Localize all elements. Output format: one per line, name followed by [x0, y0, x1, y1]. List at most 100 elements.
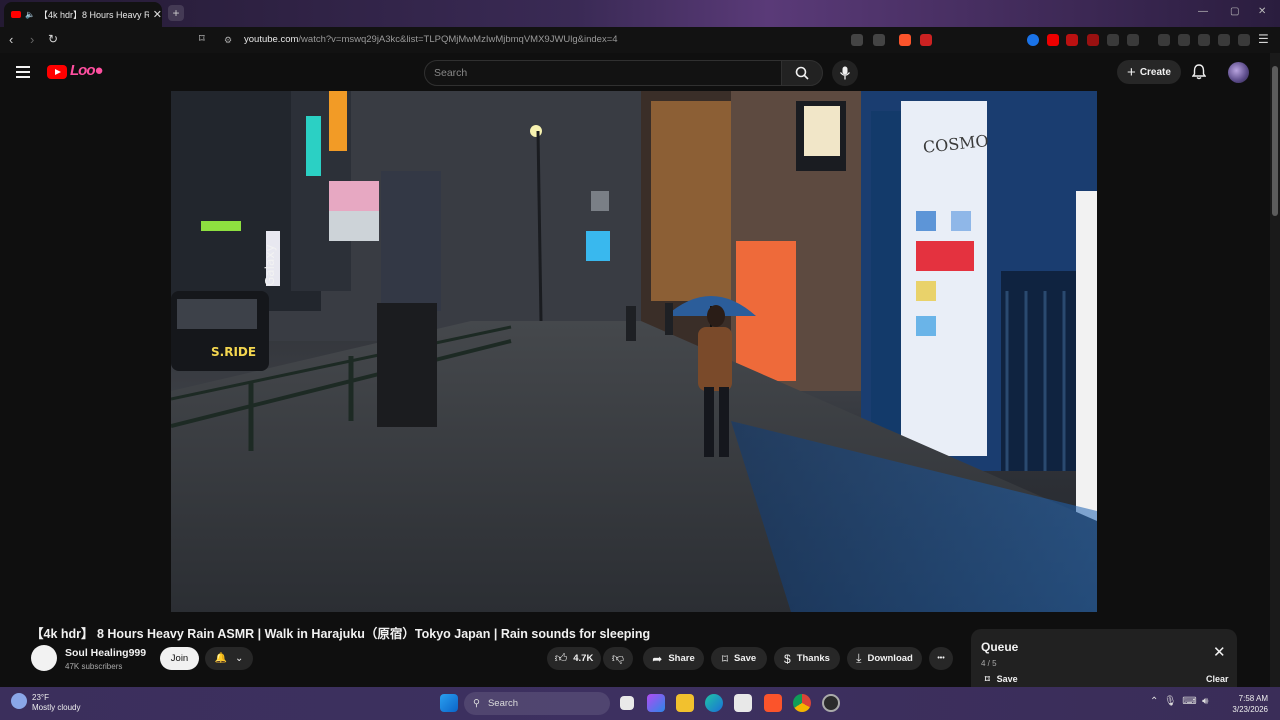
- back-icon[interactable]: ‹: [9, 32, 13, 47]
- search-input[interactable]: Search: [424, 60, 782, 86]
- thumbs-up-icon: 👍︎: [554, 651, 568, 665]
- queue-title: Queue: [981, 640, 1019, 654]
- maximize-icon[interactable]: ▢: [1230, 6, 1239, 17]
- copilot-icon[interactable]: [647, 694, 665, 712]
- extension-icon[interactable]: [1087, 34, 1099, 46]
- page-scrollbar[interactable]: [1270, 53, 1280, 687]
- edge-icon[interactable]: [705, 694, 723, 712]
- share-label: Share: [668, 653, 695, 664]
- cast-icon[interactable]: [851, 34, 863, 46]
- dislike-button[interactable]: 👎︎: [603, 647, 633, 670]
- youtube-doodle[interactable]: Loo●: [70, 62, 104, 79]
- reload-icon[interactable]: ↻: [48, 32, 58, 46]
- notifications-bell-icon[interactable]: [1192, 64, 1206, 80]
- store-icon[interactable]: [734, 694, 752, 712]
- video-title: 【4k hdr】 8 Hours Heavy Rain ASMR | Walk …: [31, 627, 651, 641]
- cloud-icon: [11, 693, 27, 709]
- download-button[interactable]: ⤓ Download: [847, 647, 922, 670]
- bell-icon: 🔔: [214, 653, 228, 664]
- scrollbar-thumb[interactable]: [1272, 66, 1278, 216]
- microphone-icon: [839, 66, 851, 80]
- save-label: Save: [733, 653, 757, 664]
- doodle-text: Loo: [70, 62, 95, 79]
- hamburger-menu-icon[interactable]: [16, 66, 30, 81]
- speaker-icon[interactable]: 🔈: [25, 10, 35, 19]
- task-view-icon[interactable]: [620, 696, 634, 710]
- thanks-label: Thanks: [796, 653, 830, 664]
- file-explorer-icon[interactable]: [676, 694, 694, 712]
- weather-widget[interactable]: 23°F Mostly cloudy: [11, 693, 80, 713]
- url-path: /watch?v=mswq29jA3kc&list=TLPQMjMwMzIwMj…: [298, 34, 618, 45]
- video-player[interactable]: COSMO S.RIDE Galaxy: [171, 91, 1097, 612]
- youtube-favicon-icon: [11, 11, 21, 18]
- system-tray[interactable]: ⌃ 🎙︎ ⌨ 🔊︎: [1150, 696, 1208, 707]
- browser-tab-active[interactable]: 🔈 【4k hdr】8 Hours Heavy Rain ✕: [4, 2, 162, 27]
- browser-tab-title: 【4k hdr】8 Hours Heavy Rain: [38, 10, 149, 20]
- obs-icon[interactable]: [822, 694, 840, 712]
- download-label: Download: [867, 653, 913, 664]
- channel-avatar[interactable]: [31, 645, 57, 671]
- puzzle-icon[interactable]: [1107, 34, 1119, 46]
- create-button[interactable]: + Create: [1117, 60, 1181, 84]
- music-icon[interactable]: [1158, 34, 1170, 46]
- close-tab-icon[interactable]: ✕: [153, 8, 162, 21]
- brave-rewards-icon[interactable]: [920, 34, 932, 46]
- address-bar[interactable]: youtube.com/watch?v=mswq29jA3kc&list=TLP…: [244, 34, 618, 45]
- subscription-bell-button[interactable]: 🔔 ⌄: [205, 647, 253, 670]
- join-button[interactable]: Join: [160, 647, 199, 670]
- close-window-icon[interactable]: ✕: [1258, 6, 1266, 17]
- browser-toolbar: ‹ › ↻ ⌑ ⚙ youtube.com/watch?v=mswq29jA3k…: [0, 27, 1280, 53]
- queue-save-button[interactable]: ⌑ Save: [985, 674, 1018, 685]
- sidebar-icon[interactable]: [1178, 34, 1190, 46]
- taxi-sign: S.RIDE: [211, 345, 256, 359]
- voice-search-button[interactable]: [832, 60, 858, 86]
- taskbar-search[interactable]: ⚲ Search: [464, 692, 610, 715]
- queue-count: 4 / 5: [981, 659, 997, 668]
- share-page-icon[interactable]: [873, 34, 885, 46]
- search-placeholder: Search: [434, 67, 468, 79]
- bookmark-icon[interactable]: ⌑: [199, 32, 205, 45]
- windows-taskbar: 23°F Mostly cloudy ⚲ Search ⌃ 🎙︎ ⌨ 🔊︎ 7:…: [0, 687, 1280, 720]
- forward-icon[interactable]: ›: [30, 32, 34, 47]
- menu-icon[interactable]: ☰: [1258, 32, 1269, 46]
- minimize-icon[interactable]: —: [1198, 6, 1208, 17]
- url-domain: youtube.com: [244, 34, 299, 45]
- queue-panel: Queue 4 / 5 ✕ ⌑ Save Clear: [971, 629, 1237, 691]
- youtube-logo[interactable]: [47, 65, 67, 79]
- share-icon: ➦: [652, 651, 663, 666]
- extension-icon[interactable]: [1066, 34, 1078, 46]
- screenshot-icon[interactable]: [1127, 34, 1139, 46]
- more-actions-button[interactable]: •••: [929, 647, 953, 670]
- thanks-button[interactable]: $ Thanks: [774, 647, 840, 670]
- queue-clear-button[interactable]: Clear: [1206, 674, 1229, 684]
- bookmark-icon: ⌑: [985, 674, 990, 684]
- search-button[interactable]: [781, 60, 823, 86]
- youtube-extension-icon[interactable]: [1047, 34, 1059, 46]
- chrome-icon[interactable]: [793, 694, 811, 712]
- extension-icon[interactable]: [1027, 34, 1039, 46]
- like-button[interactable]: 👍︎ 4.7K: [547, 647, 601, 670]
- more-icon: •••: [937, 655, 945, 662]
- site-info-icon[interactable]: ⚙: [224, 35, 232, 46]
- brave-icon[interactable]: [764, 694, 782, 712]
- like-count: 4.7K: [573, 653, 594, 664]
- youtube-masthead: Loo● Search + Create: [0, 53, 1270, 91]
- queue-save-label: Save: [996, 674, 1018, 684]
- queue-close-icon[interactable]: ✕: [1213, 643, 1226, 661]
- new-tab-button[interactable]: +: [168, 5, 184, 21]
- channel-name[interactable]: Soul Healing999: [65, 647, 146, 659]
- account-avatar[interactable]: [1228, 62, 1249, 83]
- save-button[interactable]: ⌑ Save: [711, 647, 767, 670]
- leo-ai-icon[interactable]: [1218, 34, 1230, 46]
- vpn-icon[interactable]: [1238, 34, 1250, 46]
- wallet-icon[interactable]: [1198, 34, 1210, 46]
- taskbar-search-label: Search: [487, 698, 519, 709]
- video-frame: COSMO S.RIDE Galaxy: [171, 91, 1097, 612]
- windows-start-icon[interactable]: [440, 694, 458, 712]
- brave-shield-icon[interactable]: [899, 34, 911, 46]
- share-button[interactable]: ➦ Share: [643, 647, 704, 670]
- clock-date: 3/23/2026: [1232, 705, 1268, 714]
- weather-condition: Mostly cloudy: [32, 703, 81, 712]
- taskbar-clock[interactable]: 7:58 AM 3/23/2026: [1224, 693, 1268, 715]
- browser-tab-strip: 🔈 【4k hdr】8 Hours Heavy Rain ✕ + — ▢ ✕: [0, 0, 1280, 27]
